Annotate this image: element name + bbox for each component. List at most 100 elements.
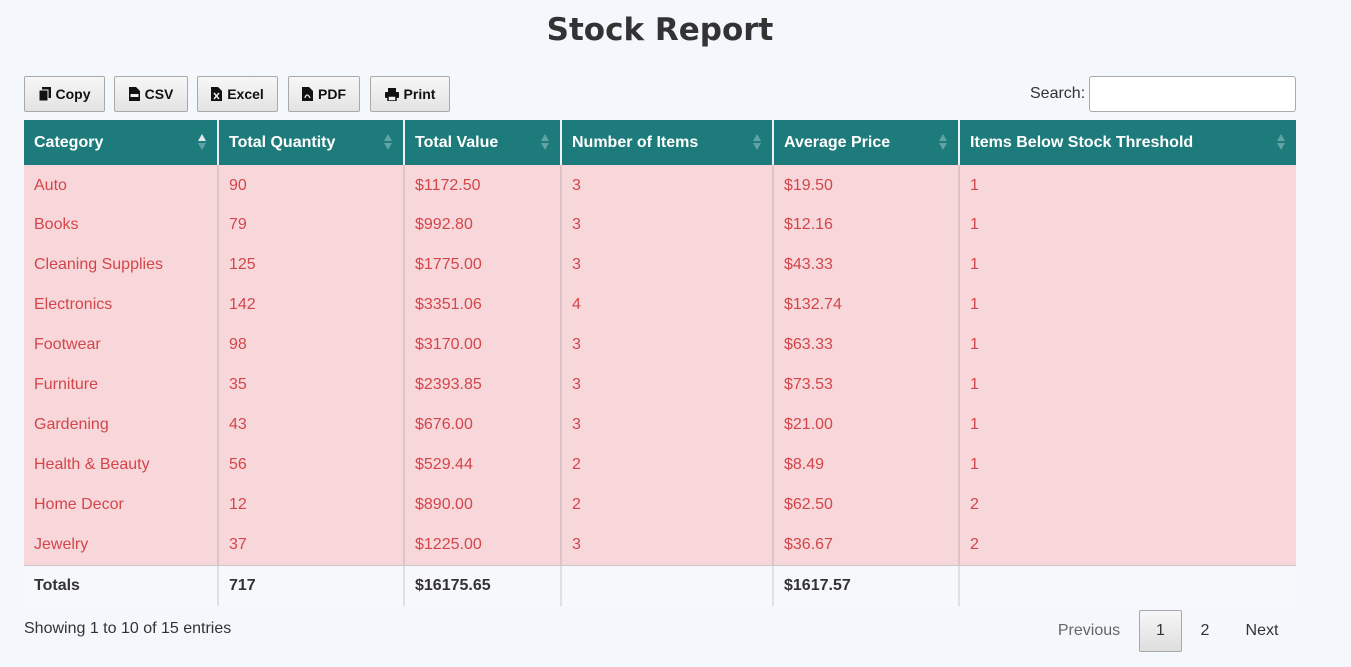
pdf-button[interactable]: PDF <box>288 76 360 112</box>
column-header-items-below-stock-threshold[interactable]: Items Below Stock Threshold <box>958 120 1296 165</box>
table-cell: Jewelry <box>24 525 218 565</box>
next-page-button[interactable]: Next <box>1232 610 1292 652</box>
table-cell: 1 <box>958 445 1296 485</box>
column-header-label: Number of Items <box>572 133 699 151</box>
table-row: Furniture 35 $2393.85 3 $73.53 1 <box>24 365 1296 405</box>
table-cell: Cleaning Supplies <box>24 245 218 285</box>
table-cell: $19.50 <box>772 165 959 205</box>
table-cell: $2393.85 <box>403 365 561 405</box>
table-cell: 3 <box>560 525 773 565</box>
table-cell: Books <box>24 205 218 245</box>
table-cell: $992.80 <box>403 205 561 245</box>
table-cell: 2 <box>958 485 1296 525</box>
copy-button[interactable]: Copy <box>24 76 105 112</box>
table-cell: Electronics <box>24 285 218 325</box>
table-cell: 125 <box>217 245 404 285</box>
table-cell: $1172.50 <box>403 165 561 205</box>
sort-icon <box>541 134 549 150</box>
totals-cell <box>958 564 1296 606</box>
table-cell: $73.53 <box>772 365 959 405</box>
table-info: Showing 1 to 10 of 15 entries <box>24 620 232 637</box>
table-cell: 1 <box>958 205 1296 245</box>
column-header-total-value[interactable]: Total Value <box>403 120 561 165</box>
table-cell: Health & Beauty <box>24 445 218 485</box>
search-box: Search: <box>1030 76 1297 112</box>
table-cell: $132.74 <box>772 285 959 325</box>
table-cell: $890.00 <box>403 485 561 525</box>
table-cell: 2 <box>560 445 773 485</box>
sort-icon <box>384 134 392 150</box>
table-cell: 1 <box>958 245 1296 285</box>
sort-ascending-icon <box>198 134 206 150</box>
table-cell: 2 <box>560 485 773 525</box>
table-row: Auto 90 $1172.50 3 $19.50 1 <box>24 165 1296 205</box>
column-header-label: Total Quantity <box>229 133 336 151</box>
column-header-number-of-items[interactable]: Number of Items <box>560 120 773 165</box>
table-row: Jewelry 37 $1225.00 3 $36.67 2 <box>24 525 1296 565</box>
column-header-total-quantity[interactable]: Total Quantity <box>217 120 404 165</box>
table-header-row: Category Total Quantity Total Value Number … <box>24 120 1296 165</box>
table-cell: 3 <box>560 245 773 285</box>
table-row: Home Decor 12 $890.00 2 $62.50 2 <box>24 485 1296 525</box>
column-header-category[interactable]: Category <box>24 120 218 165</box>
table-cell: $529.44 <box>403 445 561 485</box>
table-cell: $36.67 <box>772 525 959 565</box>
table-cell: $3170.00 <box>403 325 561 365</box>
pdf-button-label: PDF <box>318 86 346 102</box>
table-cell: $12.16 <box>772 205 959 245</box>
table-cell: $3351.06 <box>403 285 561 325</box>
page-1-button[interactable]: 1 <box>1139 610 1182 652</box>
table-row: Gardening 43 $676.00 3 $21.00 1 <box>24 405 1296 445</box>
table-cell: $676.00 <box>403 405 561 445</box>
previous-page-button[interactable]: Previous <box>1040 610 1138 652</box>
totals-cell: 717 <box>217 564 404 606</box>
table-cell: Gardening <box>24 405 218 445</box>
table-cell: 35 <box>217 365 404 405</box>
table-cell: Auto <box>24 165 218 205</box>
table-cell: Furniture <box>24 365 218 405</box>
table-cell: $1225.00 <box>403 525 561 565</box>
table-cell: 37 <box>217 525 404 565</box>
table-row: Cleaning Supplies 125 $1775.00 3 $43.33 1 <box>24 245 1296 285</box>
sort-icon <box>753 134 761 150</box>
table-row: Electronics 142 $3351.06 4 $132.74 1 <box>24 285 1296 325</box>
copy-button-label: Copy <box>55 86 91 102</box>
excel-button[interactable]: Excel <box>197 76 278 112</box>
page-title: Stock Report <box>546 12 774 48</box>
table-cell: 3 <box>560 325 773 365</box>
totals-row: Totals 717 $16175.65 $1617.57 <box>24 564 1296 606</box>
table-cell: 3 <box>560 405 773 445</box>
table-cell: 1 <box>958 165 1296 205</box>
column-header-average-price[interactable]: Average Price <box>772 120 959 165</box>
pagination: Previous 1 2 Next <box>1040 610 1296 652</box>
totals-cell <box>560 564 773 606</box>
table-cell: 90 <box>217 165 404 205</box>
table-row: Health & Beauty 56 $529.44 2 $8.49 1 <box>24 445 1296 485</box>
csv-button[interactable]: CSV <box>114 76 188 112</box>
table-cell: $21.00 <box>772 405 959 445</box>
table-cell: 4 <box>560 285 773 325</box>
excel-button-label: Excel <box>227 86 264 102</box>
csv-button-label: CSV <box>144 86 174 102</box>
table-cell: Footwear <box>24 325 218 365</box>
table-cell: 56 <box>217 445 404 485</box>
table-cell: 3 <box>560 165 773 205</box>
table-cell: 2 <box>958 525 1296 565</box>
totals-label: Totals <box>24 564 218 606</box>
excel-file-icon <box>211 87 223 101</box>
csv-file-icon <box>128 87 140 101</box>
page-2-button[interactable]: 2 <box>1184 610 1226 652</box>
table-cell: 43 <box>217 405 404 445</box>
search-input[interactable] <box>1089 76 1297 112</box>
table-cell: 79 <box>217 205 404 245</box>
table-cell: 3 <box>560 365 773 405</box>
print-button-label: Print <box>403 86 436 102</box>
print-button[interactable]: Print <box>370 76 450 112</box>
table-cell: 1 <box>958 285 1296 325</box>
column-header-label: Average Price <box>784 133 891 151</box>
table-cell: 142 <box>217 285 404 325</box>
totals-cell: $1617.57 <box>772 564 959 606</box>
stock-report-table: Category Total Quantity Total Value Number … <box>24 120 1296 606</box>
column-header-label: Category <box>34 133 104 151</box>
table-cell: $8.49 <box>772 445 959 485</box>
